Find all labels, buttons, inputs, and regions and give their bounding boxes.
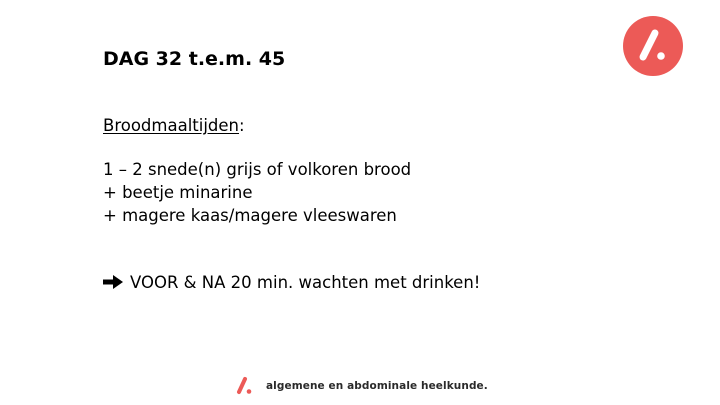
section-heading-label: Broodmaaltijden <box>103 116 240 135</box>
meal-line: 1 – 2 snede(n) grijs of volkoren brood <box>103 160 412 179</box>
brand-logo-badge <box>623 16 683 76</box>
meal-line: + beetje minarine <box>103 183 253 202</box>
footer-logo-icon <box>237 377 252 394</box>
drinking-note: VOOR & NA 20 min. wachten met drinken! <box>103 273 480 292</box>
page-title: DAG 32 t.e.m. 45 <box>103 48 286 70</box>
right-arrow-icon <box>103 274 123 289</box>
slash-dot-logo-icon <box>639 29 665 61</box>
slide: DAG 32 t.e.m. 45 Broodmaaltijden: 1 – 2 … <box>0 0 720 405</box>
meal-line: + magere kaas/magere vleeswaren <box>103 206 397 225</box>
drinking-note-text: VOOR & NA 20 min. wachten met drinken! <box>130 273 481 292</box>
section-heading: Broodmaaltijden: <box>103 116 245 135</box>
section-heading-colon: : <box>239 116 245 135</box>
footer: algemene en abdominale heelkunde. <box>234 376 488 396</box>
footer-text: algemene en abdominale heelkunde. <box>266 380 488 392</box>
meal-lines: 1 – 2 snede(n) grijs of volkoren brood +… <box>103 158 411 227</box>
